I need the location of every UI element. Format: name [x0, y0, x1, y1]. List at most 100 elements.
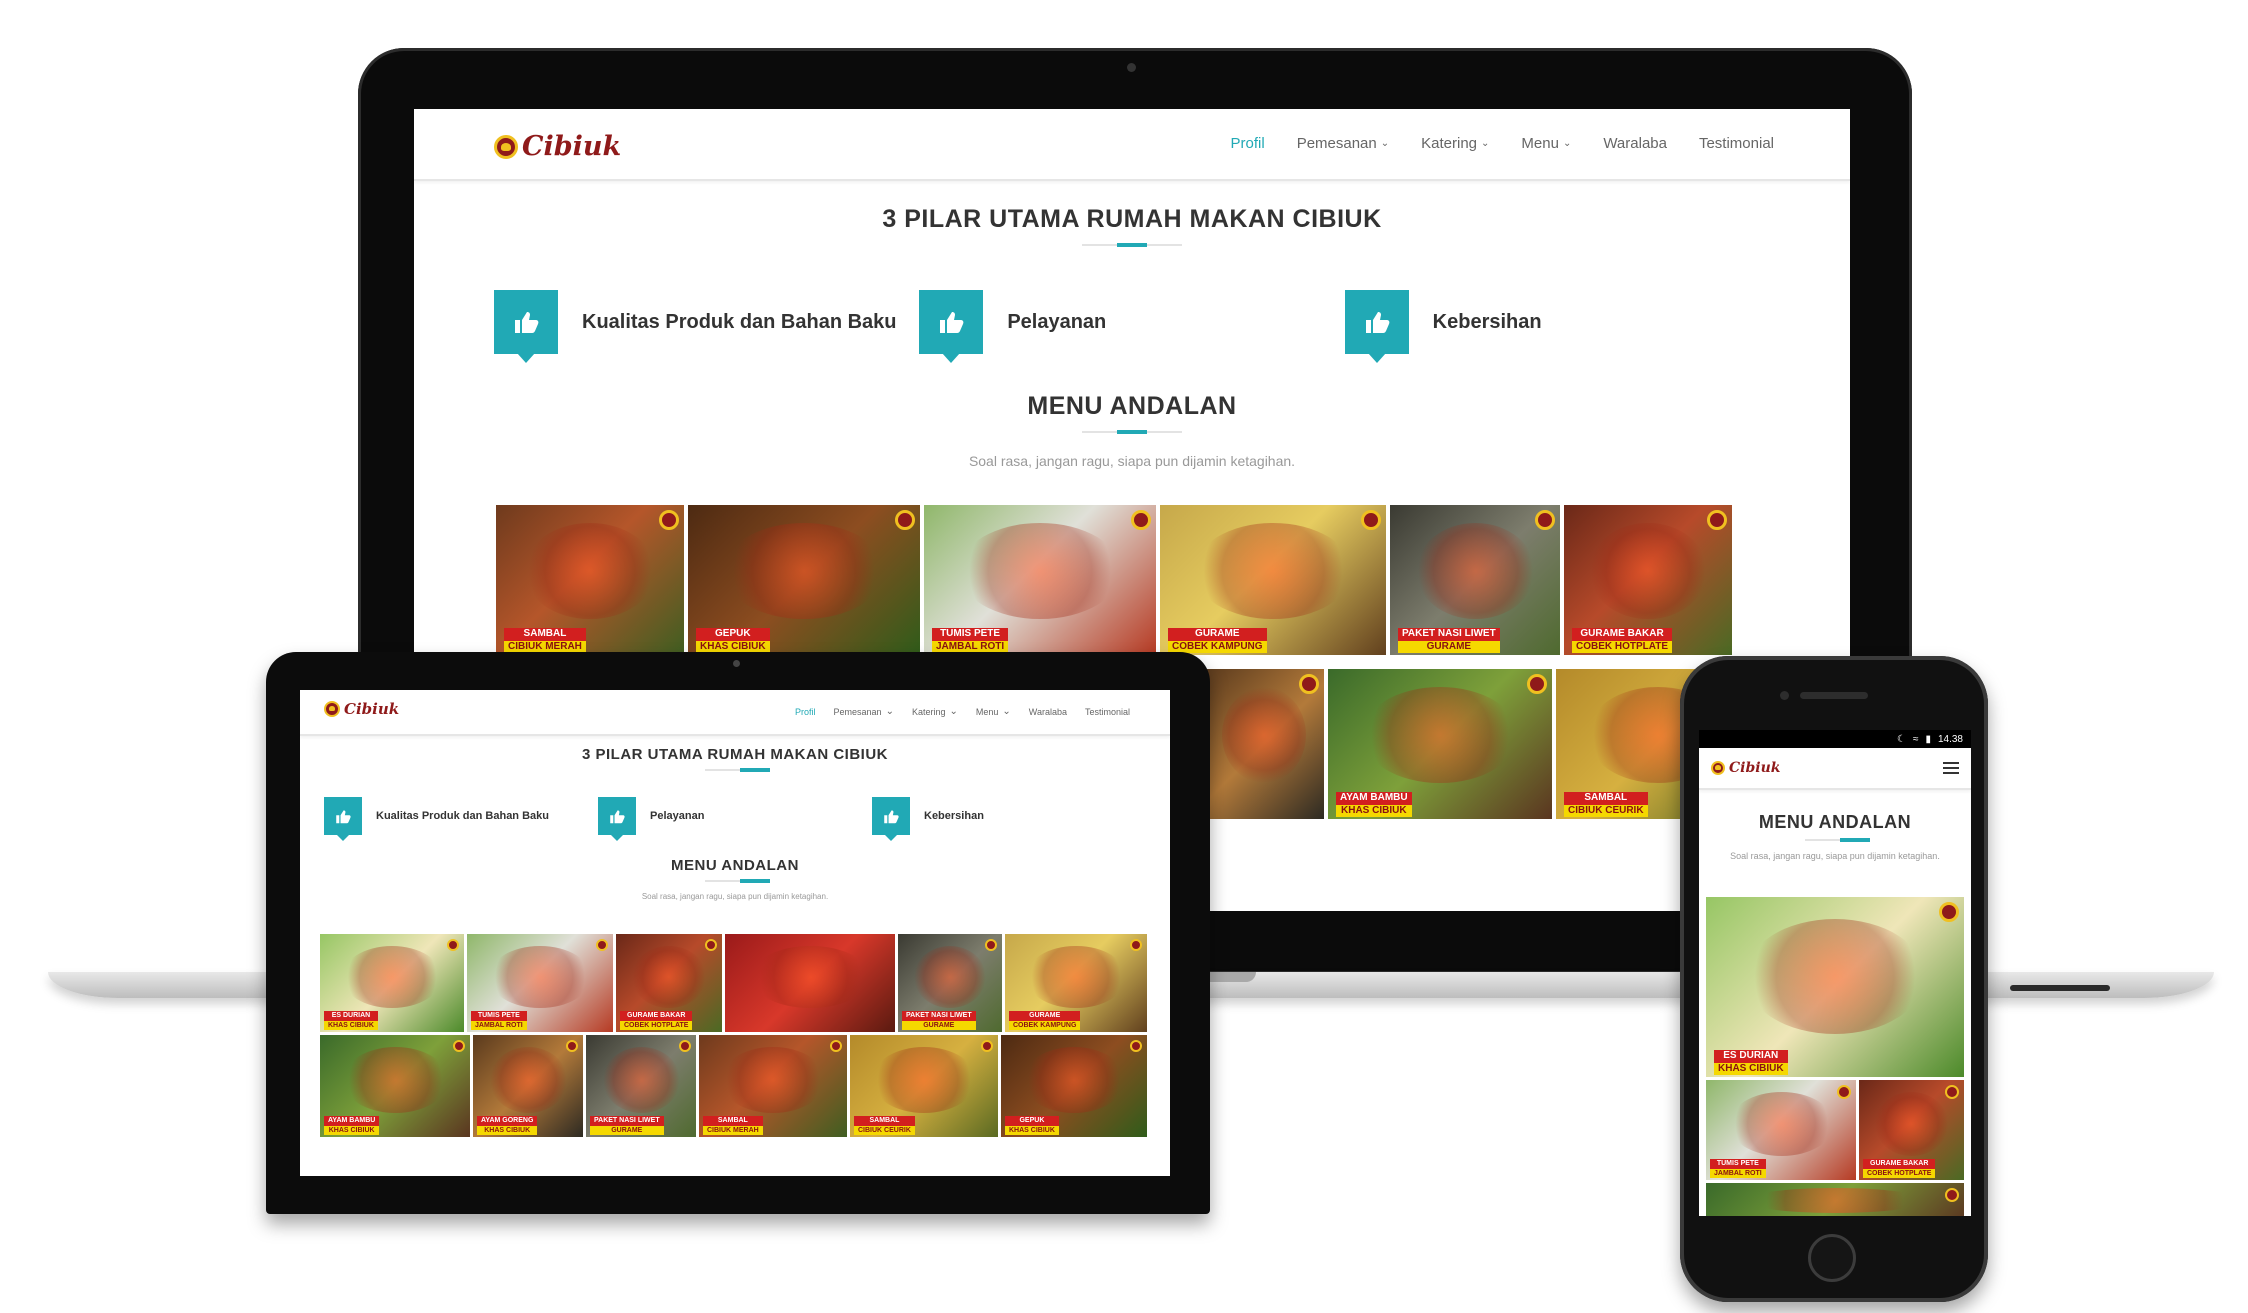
food-card[interactable]: GURAME COBEK KAMPUNG [1160, 505, 1386, 655]
logo-badge-icon [1527, 674, 1547, 694]
thumbs-up-icon [598, 797, 636, 841]
logo-badge-icon [1535, 510, 1555, 530]
pillar-label: Kebersihan [924, 810, 984, 822]
food-card[interactable]: ES DURIAN KHAS CIBIUK [320, 934, 464, 1032]
food-card[interactable]: TUMIS PETE JAMBAL ROTI [467, 934, 613, 1032]
food-caption: SAMBAL CIBIUK CEURIK [1564, 792, 1648, 817]
logo-badge-icon [1130, 939, 1142, 951]
food-card[interactable]: GEPUK KHAS CIBIUK [688, 505, 920, 655]
logo-badge-icon [1837, 1085, 1851, 1099]
food-card[interactable]: GURAME BAKAR COBEK HOTPLATE [1564, 505, 1732, 655]
pillars-row: Kualitas Produk dan Bahan Baku Pelayanan… [300, 797, 1170, 841]
food-card[interactable] [1706, 1183, 1964, 1216]
food-caption: PAKET NASI LIWET GURAME [902, 1011, 976, 1030]
logo-badge-icon [453, 1040, 465, 1052]
battery-icon: ▮ [1925, 733, 1931, 745]
caption-line1: AYAM GORENG [477, 1116, 538, 1126]
food-card[interactable] [1204, 669, 1324, 819]
caption-line1: SAMBAL [1564, 792, 1648, 805]
food-caption: SAMBAL CIBIUK MERAH [504, 628, 586, 653]
pillars-title: 3 PILAR UTAMA RUMAH MAKAN CIBIUK [582, 746, 888, 763]
nav-item-waralaba[interactable]: Waralaba [1603, 135, 1667, 152]
caption-line2: COBEK HOTPLATE [620, 1020, 693, 1030]
pillar-quality: Kualitas Produk dan Bahan Baku [324, 797, 598, 841]
logo-badge-icon [985, 939, 997, 951]
nav-label: Waralaba [1028, 706, 1067, 717]
food-caption: ES DURIAN KHAS CIBIUK [1714, 1050, 1788, 1075]
site-logo[interactable]: Cibiuk [324, 700, 399, 718]
nav-label: Testimonial [1084, 706, 1130, 717]
caption-line1: TUMIS PETE [471, 1011, 527, 1021]
nav-label: Pemesanan [833, 706, 882, 717]
menu-section: MENU ANDALAN Soal rasa, jangan ragu, sia… [414, 392, 1850, 469]
food-card[interactable]: GEPUK KHAS CIBIUK [1001, 1035, 1147, 1137]
food-card[interactable]: ES DURIAN KHAS CIBIUK [1706, 897, 1964, 1077]
food-card[interactable]: GURAME BAKAR COBEK HOTPLATE [616, 934, 722, 1032]
nav-item-waralaba[interactable]: Waralaba [1029, 706, 1067, 717]
logo-badge-icon [1707, 510, 1727, 530]
caption-line2: COBEK KAMPUNG [1168, 640, 1267, 653]
pillars-section: 3 PILAR UTAMA RUMAH MAKAN CIBIUK Kualita… [300, 746, 1170, 841]
laptop-food-grid: SAMBAL CIBIUK MERAH GEPUK KHAS CIBIUK TUMI… [496, 505, 1772, 655]
food-card[interactable]: GURAME COBEK KAMPUNG [1005, 934, 1147, 1032]
food-card[interactable]: GURAME BAKAR COBEK HOTPLATE [1859, 1080, 1964, 1180]
caption-line1: ES DURIAN [324, 1011, 378, 1021]
phone-camera [1780, 691, 1789, 700]
food-card[interactable]: AYAM BAMBU KHAS CIBIUK [1328, 669, 1552, 819]
chevron-down-icon: ⌄ [1380, 138, 1390, 149]
food-card[interactable]: PAKET NASI LIWET GURAME [1390, 505, 1560, 655]
nav-item-menu[interactable]: Menu ⌄ [976, 706, 1011, 717]
caption-line2: GURAME [590, 1125, 664, 1135]
tablet-main-nav: Profil Pemesanan ⌄ Katering ⌄ Menu ⌄ Warala… [795, 706, 1130, 717]
nav-item-pemesanan[interactable]: Pemesanan ⌄ [834, 706, 894, 717]
food-card[interactable]: AYAM GORENG KHAS CIBIUK [473, 1035, 583, 1137]
food-caption: SAMBAL CIBIUK CEURIK [854, 1116, 915, 1135]
nav-label: Pemesanan [1296, 135, 1377, 152]
caption-line2: KHAS CIBIUK [1336, 804, 1412, 817]
logo-mark-icon [494, 134, 518, 159]
nav-item-pemesanan[interactable]: Pemesanan ⌄ [1297, 135, 1389, 152]
menu-title: MENU ANDALAN [671, 857, 799, 874]
food-card[interactable]: SAMBAL CIBIUK CEURIK [850, 1035, 998, 1137]
food-card[interactable]: TUMIS PETE JAMBAL ROTI [924, 505, 1156, 655]
nav-item-katering[interactable]: Katering ⌄ [912, 706, 958, 717]
food-card[interactable]: SAMBAL CIBIUK MERAH [699, 1035, 847, 1137]
chevron-down-icon: ⌄ [949, 706, 958, 717]
caption-line1: GURAME BAKAR [1863, 1159, 1936, 1169]
caption-line2: JAMBAL ROTI [471, 1020, 527, 1030]
caption-line1: SAMBAL [703, 1116, 763, 1126]
caption-line2: KHAS CIBIUK [1005, 1125, 1059, 1135]
nav-item-profil[interactable]: Profil [795, 706, 816, 717]
caption-line1: GURAME [1168, 628, 1267, 641]
nav-label: Katering [911, 706, 946, 717]
nav-item-katering[interactable]: Katering ⌄ [1421, 135, 1489, 152]
laptop-navbar: Cibiuk Profil Pemesanan ⌄ Katering ⌄ Menu ⌄… [414, 109, 1850, 181]
food-card[interactable]: TUMIS PETE JAMBAL ROTI [1706, 1080, 1856, 1180]
logo-badge-icon [705, 939, 717, 951]
logo-badge-icon [981, 1040, 993, 1052]
caption-line1: GEPUK [696, 628, 770, 641]
food-card[interactable]: PAKET NASI LIWET GURAME [586, 1035, 696, 1137]
caption-line1: GEPUK [1005, 1116, 1059, 1126]
tablet-navbar: Cibiuk Profil Pemesanan ⌄ Katering ⌄ Menu ⌄… [300, 690, 1170, 736]
caption-line2: CIBIUK CEURIK [1564, 804, 1648, 817]
food-card[interactable] [725, 934, 895, 1032]
pillar-service: Pelayanan [919, 290, 1344, 363]
food-card[interactable]: AYAM BAMBU KHAS CIBIUK [320, 1035, 470, 1137]
nav-item-testimonial[interactable]: Testimonial [1699, 135, 1774, 152]
nav-label: Profil [795, 706, 816, 717]
caption-line1: SAMBAL [854, 1116, 915, 1126]
site-logo[interactable]: Cibiuk [1711, 760, 1780, 776]
caption-line1: AYAM BAMBU [1336, 792, 1412, 805]
nav-label: Menu [1521, 135, 1559, 152]
nav-item-testimonial[interactable]: Testimonial [1085, 706, 1130, 717]
nav-item-menu[interactable]: Menu ⌄ [1521, 135, 1571, 152]
hamburger-menu-icon[interactable] [1943, 762, 1959, 777]
caption-line2: COBEK HOTPLATE [1572, 640, 1673, 653]
food-card[interactable]: PAKET NASI LIWET GURAME [898, 934, 1002, 1032]
food-card[interactable]: SAMBAL CIBIUK MERAH [496, 505, 684, 655]
site-logo[interactable]: Cibiuk [494, 131, 621, 162]
nav-item-profil[interactable]: Profil [1231, 135, 1265, 152]
phone-home-button[interactable] [1808, 1234, 1856, 1282]
logo-badge-icon [566, 1040, 578, 1052]
